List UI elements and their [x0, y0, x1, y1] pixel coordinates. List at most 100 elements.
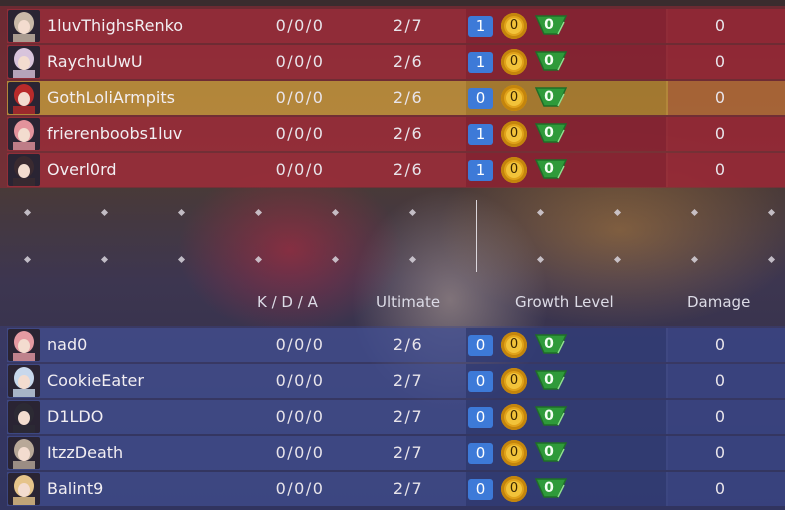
player-damage: 0 — [714, 16, 726, 35]
player-kda: 0/0/0 — [275, 160, 325, 179]
center-divider-line — [476, 200, 477, 272]
growth-gold-value: 0 — [506, 18, 522, 34]
growth-green-badge: 0 — [534, 13, 568, 39]
player-avatar[interactable] — [8, 154, 40, 186]
growth-green-value: 0 — [544, 336, 554, 352]
player-name: frierenboobs1luv — [47, 124, 183, 143]
player-row[interactable]: RaychuUwU 0/0/0 2/6 1 0 0 0 — [7, 45, 785, 79]
player-row[interactable]: GothLoliArmpits 0/0/0 2/6 0 0 0 0 — [7, 81, 785, 115]
player-name: RaychuUwU — [47, 52, 143, 71]
player-ultimate: 2/7 — [392, 371, 424, 390]
header-damage: Damage — [687, 293, 751, 311]
player-kda: 0/0/0 — [275, 407, 325, 426]
growth-blue-badge: 1 — [468, 160, 493, 181]
player-ultimate: 2/6 — [392, 124, 424, 143]
growth-gold-value: 0 — [506, 409, 522, 425]
header-kda: K / D / A — [257, 293, 318, 311]
player-name: nad0 — [47, 335, 88, 354]
growth-gold-value: 0 — [506, 337, 522, 353]
player-row[interactable]: ItzzDeath 0/0/0 2/7 0 0 0 0 — [7, 436, 785, 470]
growth-blue-badge: 1 — [468, 52, 493, 73]
growth-gold-badge: 0 — [501, 440, 527, 466]
growth-green-badge: 0 — [534, 157, 568, 183]
growth-green-badge: 0 — [534, 476, 568, 502]
growth-blue-badge: 0 — [468, 88, 493, 109]
player-ultimate: 2/7 — [392, 479, 424, 498]
growth-gold-badge: 0 — [501, 13, 527, 39]
player-ultimate: 2/7 — [392, 407, 424, 426]
player-ultimate: 2/6 — [392, 335, 424, 354]
player-row[interactable]: 1luvThighsRenko 0/0/0 2/7 1 0 0 0 — [7, 9, 785, 43]
player-name: D1LDO — [47, 407, 104, 426]
player-name: Overl0rd — [47, 160, 117, 179]
player-avatar[interactable] — [8, 437, 40, 469]
growth-green-value: 0 — [544, 444, 554, 460]
growth-blue-badge: 0 — [468, 443, 493, 464]
growth-green-value: 0 — [544, 89, 554, 105]
growth-green-badge: 0 — [534, 404, 568, 430]
growth-gold-badge: 0 — [501, 85, 527, 111]
growth-green-value: 0 — [544, 372, 554, 388]
player-avatar[interactable] — [8, 46, 40, 78]
header-ultimate: Ultimate — [376, 293, 441, 311]
growth-green-badge: 0 — [534, 440, 568, 466]
growth-blue-badge: 0 — [468, 371, 493, 392]
player-damage: 0 — [714, 443, 726, 462]
player-kda: 0/0/0 — [275, 443, 325, 462]
player-row[interactable]: Overl0rd 0/0/0 2/6 1 0 0 0 — [7, 153, 785, 187]
growth-green-badge: 0 — [534, 332, 568, 358]
growth-gold-badge: 0 — [501, 476, 527, 502]
player-avatar[interactable] — [8, 329, 40, 361]
player-row[interactable]: Balint9 0/0/0 2/7 0 0 0 0 — [7, 472, 785, 506]
player-row[interactable]: D1LDO 0/0/0 2/7 0 0 0 0 — [7, 400, 785, 434]
player-name: 1luvThighsRenko — [47, 16, 184, 35]
player-kda: 0/0/0 — [275, 335, 325, 354]
player-ultimate: 2/7 — [392, 443, 424, 462]
player-kda: 0/0/0 — [275, 88, 325, 107]
growth-gold-badge: 0 — [501, 49, 527, 75]
growth-green-value: 0 — [544, 161, 554, 177]
growth-gold-value: 0 — [506, 90, 522, 106]
player-row[interactable]: frierenboobs1luv 0/0/0 2/6 1 0 0 0 — [7, 117, 785, 151]
player-avatar[interactable] — [8, 365, 40, 397]
growth-gold-value: 0 — [506, 445, 522, 461]
player-damage: 0 — [714, 160, 726, 179]
growth-green-value: 0 — [544, 125, 554, 141]
growth-gold-value: 0 — [506, 373, 522, 389]
player-ultimate: 2/6 — [392, 52, 424, 71]
player-name: GothLoliArmpits — [47, 88, 175, 107]
growth-green-badge: 0 — [534, 368, 568, 394]
player-name: ItzzDeath — [47, 443, 124, 462]
player-name: Balint9 — [47, 479, 104, 498]
player-name: CookieEater — [47, 371, 144, 390]
growth-gold-badge: 0 — [501, 121, 527, 147]
growth-gold-value: 0 — [506, 54, 522, 70]
growth-blue-badge: 0 — [468, 479, 493, 500]
player-ultimate: 2/6 — [392, 160, 424, 179]
player-kda: 0/0/0 — [275, 16, 325, 35]
growth-green-badge: 0 — [534, 85, 568, 111]
player-row[interactable]: CookieEater 0/0/0 2/7 0 0 0 0 — [7, 364, 785, 398]
header-growth-level: Growth Level — [515, 293, 614, 311]
player-avatar[interactable] — [8, 10, 40, 42]
player-avatar[interactable] — [8, 118, 40, 150]
player-row[interactable]: nad0 0/0/0 2/6 0 0 0 0 — [7, 328, 785, 362]
player-avatar[interactable] — [8, 401, 40, 433]
player-ultimate: 2/7 — [392, 16, 424, 35]
player-avatar[interactable] — [8, 82, 40, 114]
growth-green-value: 0 — [544, 17, 554, 33]
growth-gold-value: 0 — [506, 481, 522, 497]
player-kda: 0/0/0 — [275, 371, 325, 390]
growth-green-badge: 0 — [534, 49, 568, 75]
growth-gold-badge: 0 — [501, 157, 527, 183]
growth-blue-badge: 0 — [468, 407, 493, 428]
player-kda: 0/0/0 — [275, 52, 325, 71]
player-damage: 0 — [714, 479, 726, 498]
player-kda: 0/0/0 — [275, 479, 325, 498]
player-avatar[interactable] — [8, 473, 40, 505]
growth-gold-value: 0 — [506, 126, 522, 142]
player-damage: 0 — [714, 335, 726, 354]
player-damage: 0 — [714, 407, 726, 426]
growth-green-value: 0 — [544, 53, 554, 69]
player-damage: 0 — [714, 88, 726, 107]
